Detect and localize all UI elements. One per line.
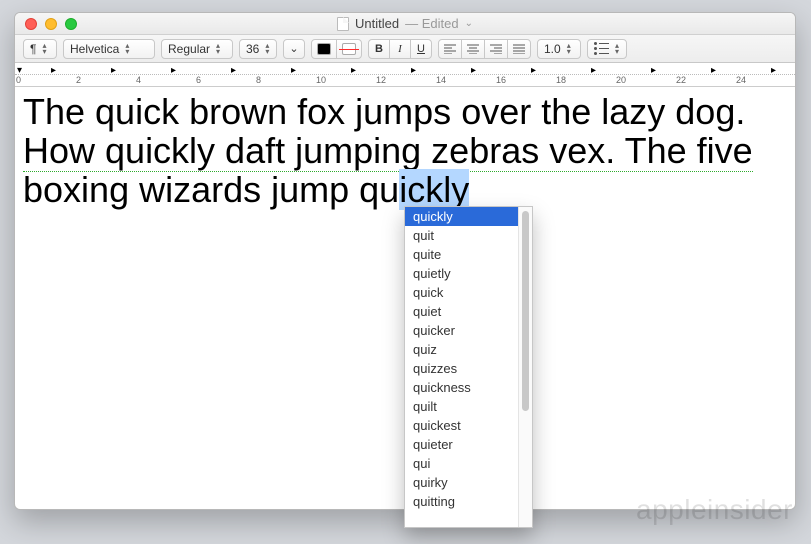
autocomplete-item[interactable]: quieter — [405, 435, 518, 454]
autocomplete-item[interactable]: quickly — [405, 207, 518, 226]
watermark: appleinsider — [636, 494, 793, 526]
text-style-buttons: B I U — [368, 39, 432, 59]
select-arrows-icon: ▴▾ — [265, 43, 269, 55]
ruler-tick: 12 — [376, 75, 386, 85]
autocomplete-item[interactable]: quiz — [405, 340, 518, 359]
font-size-chevron[interactable]: ⌄ — [283, 39, 305, 59]
underline-button[interactable]: U — [410, 39, 432, 59]
ruler-tick: 20 — [616, 75, 626, 85]
titlebar: Untitled — Edited ⌄ — [15, 13, 795, 35]
autocomplete-item[interactable]: quizzes — [405, 359, 518, 378]
font-family-select[interactable]: Helvetica ▴▾ — [63, 39, 155, 59]
ruler-tick: 4 — [136, 75, 141, 85]
text-color-button[interactable] — [311, 39, 337, 59]
font-size-select[interactable]: 36 ▴▾ — [239, 39, 277, 59]
highlight-color-swatch — [342, 43, 356, 55]
ruler-tick: 22 — [676, 75, 686, 85]
close-button[interactable] — [25, 18, 37, 30]
format-toolbar: ¶ ▴▾ Helvetica ▴▾ Regular ▴▾ 36 ▴▾ ⌄ B I — [15, 35, 795, 63]
paragraph-style-select[interactable]: ¶ ▴▾ — [23, 39, 57, 59]
title-menu-chevron-icon[interactable]: ⌄ — [465, 18, 473, 29]
zoom-button[interactable] — [65, 18, 77, 30]
autocomplete-popup[interactable]: quicklyquitquitequietlyquickquietquicker… — [404, 206, 533, 528]
font-family-value: Helvetica — [70, 42, 119, 56]
font-style-value: Regular — [168, 42, 210, 56]
align-center-button[interactable] — [461, 39, 485, 59]
italic-button[interactable]: I — [389, 39, 411, 59]
ruler-tick: 8 — [256, 75, 261, 85]
ruler-tick: 14 — [436, 75, 446, 85]
edited-indicator: — Edited — [405, 16, 458, 31]
bold-button[interactable]: B — [368, 39, 390, 59]
align-left-button[interactable] — [438, 39, 462, 59]
scrollbar-thumb[interactable] — [522, 211, 529, 411]
color-buttons — [311, 39, 362, 59]
list-style-select[interactable]: ▴▾ — [587, 39, 627, 59]
font-style-select[interactable]: Regular ▴▾ — [161, 39, 233, 59]
autocomplete-item[interactable]: quit — [405, 226, 518, 245]
ruler-tick: 6 — [196, 75, 201, 85]
autocomplete-item[interactable]: quiet — [405, 302, 518, 321]
autocomplete-item[interactable]: quick — [405, 283, 518, 302]
text-line-2: How quickly daft jumping zebras vex. The… — [23, 130, 753, 172]
select-arrows-icon: ▴▾ — [125, 43, 129, 55]
autocomplete-item[interactable]: quickest — [405, 416, 518, 435]
ruler-numbers: 02468101214161820222426 — [15, 75, 795, 87]
ruler-tick: 18 — [556, 75, 566, 85]
select-arrows-icon: ▴▾ — [216, 43, 220, 55]
ruler-tick: 10 — [316, 75, 326, 85]
autocomplete-list[interactable]: quicklyquitquitequietlyquickquietquicker… — [405, 207, 518, 527]
ruler-tick: 2 — [76, 75, 81, 85]
ruler-tick: 16 — [496, 75, 506, 85]
align-center-icon — [467, 44, 479, 54]
autocomplete-item[interactable]: qui — [405, 454, 518, 473]
text-line-3-pre: boxing wizards jump qu — [23, 169, 399, 210]
text-color-swatch — [317, 43, 331, 55]
align-justify-button[interactable] — [507, 39, 531, 59]
font-size-value: 36 — [246, 42, 259, 56]
ruler[interactable]: ▸▸▸▸▸▸▸▸▸▸▸▸▸▾ 02468101214161820222426 — [15, 63, 795, 87]
select-arrows-icon: ▴▾ — [615, 43, 619, 55]
minimize-button[interactable] — [45, 18, 57, 30]
text-line-1: The quick brown fox jumps over the lazy … — [23, 91, 745, 132]
align-justify-icon — [513, 44, 525, 54]
autocomplete-item[interactable]: quickness — [405, 378, 518, 397]
paragraph-style-value: ¶ — [30, 42, 36, 56]
autocomplete-item[interactable]: quietly — [405, 264, 518, 283]
align-right-button[interactable] — [484, 39, 508, 59]
alignment-buttons — [438, 39, 531, 59]
autocomplete-item[interactable]: quirky — [405, 473, 518, 492]
window-title: Untitled — Edited ⌄ — [15, 16, 795, 31]
line-spacing-select[interactable]: 1.0 ▴▾ — [537, 39, 581, 59]
autocomplete-item[interactable]: quite — [405, 245, 518, 264]
align-right-icon — [490, 44, 502, 54]
autocomplete-item[interactable]: quitting — [405, 492, 518, 511]
list-icon — [594, 42, 609, 55]
text-selection: ickly — [399, 169, 469, 210]
line-spacing-value: 1.0 — [544, 42, 561, 56]
select-arrows-icon: ▴▾ — [567, 43, 571, 55]
ruler-tick: 24 — [736, 75, 746, 85]
highlight-color-button[interactable] — [336, 39, 362, 59]
title-text: Untitled — [355, 16, 399, 31]
document-icon — [337, 17, 349, 31]
ruler-tick: 0 — [16, 75, 21, 85]
ruler-tab-row[interactable]: ▸▸▸▸▸▸▸▸▸▸▸▸▸▾ — [15, 63, 795, 75]
autocomplete-item[interactable]: quicker — [405, 321, 518, 340]
autocomplete-item[interactable]: quilt — [405, 397, 518, 416]
select-arrows-icon: ▴▾ — [42, 43, 46, 55]
align-left-icon — [444, 44, 456, 54]
autocomplete-scrollbar[interactable] — [518, 207, 532, 527]
window-controls — [15, 18, 77, 30]
